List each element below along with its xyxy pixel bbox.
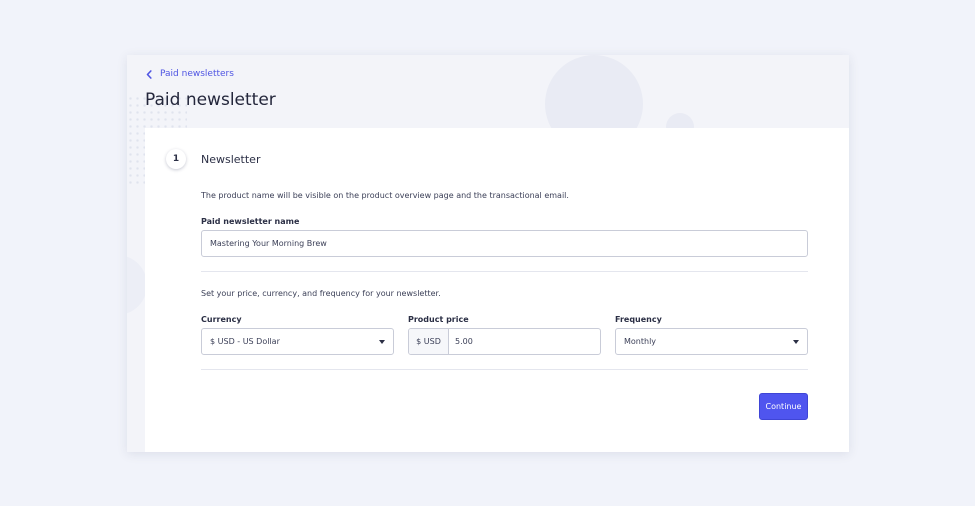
page-title: Paid newsletter [145, 90, 276, 110]
continue-button[interactable]: Continue [759, 393, 808, 420]
page-container: Paid newsletters Paid newsletter 1 Newsl… [127, 55, 849, 452]
currency-selected-value: $ USD - US Dollar [210, 337, 280, 346]
frequency-label: Frequency [615, 315, 662, 324]
currency-label: Currency [201, 315, 242, 324]
newsletter-name-label: Paid newsletter name [201, 217, 300, 226]
price-currency-prefix: $ USD [409, 329, 449, 354]
name-section-description: The product name will be visible on the … [201, 191, 569, 200]
newsletter-form-card: 1 Newsletter The product name will be vi… [145, 128, 849, 452]
product-price-label: Product price [408, 315, 469, 324]
decorative-arc [127, 255, 147, 315]
section-divider [201, 369, 808, 370]
breadcrumb-label: Paid newsletters [160, 69, 234, 79]
frequency-select[interactable]: Monthly [615, 328, 808, 355]
caret-down-icon [793, 339, 799, 344]
section-divider [201, 271, 808, 272]
breadcrumb-back-link[interactable]: Paid newsletters [146, 68, 234, 80]
frequency-selected-value: Monthly [624, 337, 657, 346]
step-number-badge: 1 [166, 149, 186, 169]
product-price-field: $ USD [408, 328, 601, 355]
step-title: Newsletter [201, 153, 261, 166]
caret-down-icon [379, 339, 385, 344]
pricing-section-description: Set your price, currency, and frequency … [201, 289, 441, 298]
product-price-input[interactable] [449, 329, 600, 354]
currency-select[interactable]: $ USD - US Dollar [201, 328, 394, 355]
chevron-left-icon [146, 69, 152, 79]
newsletter-name-input[interactable] [201, 230, 808, 257]
